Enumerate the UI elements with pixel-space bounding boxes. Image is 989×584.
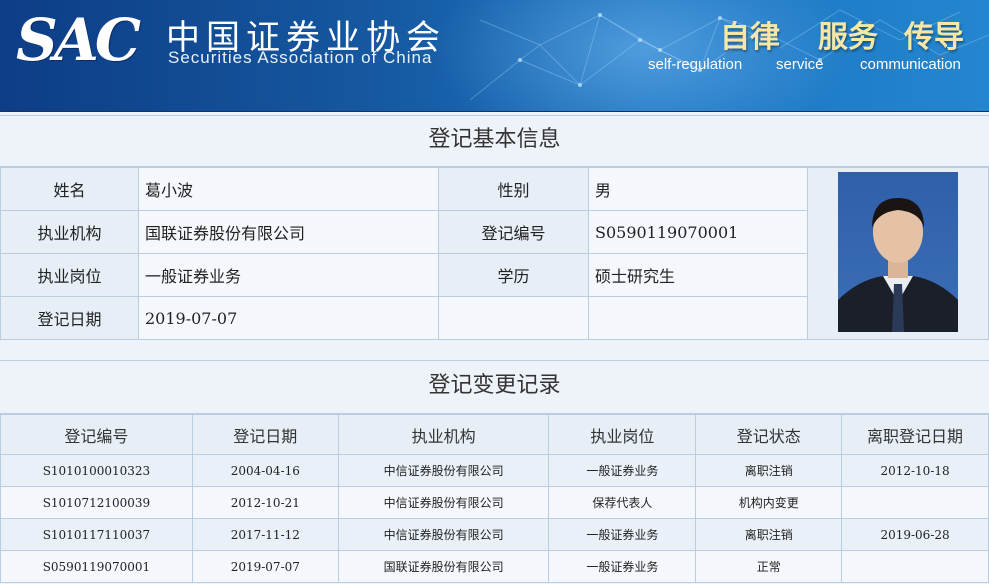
cell-registration-number: S0590119070001 [0,550,193,583]
education-value: 硕士研究生 [588,253,808,297]
cell-leave-date: 2019-06-28 [841,518,989,551]
cell-registration-number: S1010100010323 [0,454,193,487]
slogan-service-en: service [776,56,824,73]
person-photo [838,171,958,332]
cell-status: 正常 [695,550,843,583]
cell-registration-date: 2017-11-12 [191,518,339,551]
sac-logo[interactable]: SAC [16,6,141,74]
site-banner: SAC 中国证券业协会 Securities Association of Ch… [0,0,989,112]
table-row: S0590119070001 2019-07-07 国联证券股份有限公司 一般证… [0,550,989,583]
slogan-self-regulation-en: self-regulation [648,56,743,73]
photo-cell [807,167,989,340]
cell-status: 离职注销 [695,518,843,551]
col-position: 执业岗位 [548,414,697,455]
cell-registration-number: S1010712100039 [0,486,193,519]
slogan-service-cn: 服务 [818,20,878,55]
col-status: 登记状态 [695,414,843,455]
education-label: 学历 [438,253,589,297]
cell-position: 一般证券业务 [548,454,697,487]
cell-position: 一般证券业务 [548,518,697,551]
change-records-table: 登记编号 登记日期 执业机构 执业岗位 登记状态 离职登记日期 S1010100… [0,414,989,583]
table-row: S1010117110037 2017-11-12 中信证券股份有限公司 一般证… [0,518,989,551]
empty-label-cell [438,296,589,340]
gender-label: 性别 [438,167,589,211]
col-registration-date: 登记日期 [191,414,339,455]
association-name-en: Securities Association of China [168,48,433,67]
slogan-communication-cn: 传导 [904,20,964,55]
cell-institution: 中信证券股份有限公司 [337,518,550,551]
table-row: S1010100010323 2004-04-16 中信证券股份有限公司 一般证… [0,454,989,487]
table-header-row: 登记编号 登记日期 执业机构 执业岗位 登记状态 离职登记日期 [0,414,989,455]
registration-date-label: 登记日期 [0,296,139,340]
cell-status: 机构内变更 [695,486,843,519]
cell-position: 保荐代表人 [548,486,697,519]
cell-registration-date: 2004-04-16 [191,454,339,487]
col-registration-number: 登记编号 [0,414,193,455]
empty-value-cell [588,296,808,340]
gender-value: 男 [588,167,808,211]
position-label: 执业岗位 [0,253,139,297]
institution-value: 国联证券股份有限公司 [138,210,439,254]
person-portrait-icon [838,197,958,332]
position-value: 一般证券业务 [138,253,439,297]
cell-institution: 中信证券股份有限公司 [337,454,550,487]
cell-leave-date [841,486,989,519]
cell-institution: 中信证券股份有限公司 [337,486,550,519]
institution-label: 执业机构 [0,210,139,254]
name-value: 葛小波 [138,167,439,211]
col-leave-date: 离职登记日期 [841,414,989,455]
change-records-title: 登记变更记录 [0,360,989,414]
cell-status: 离职注销 [695,454,843,487]
cell-institution: 国联证券股份有限公司 [337,550,550,583]
cell-leave-date: 2012-10-18 [841,454,989,487]
registration-number-value: S0590119070001 [588,210,808,254]
table-row: S1010712100039 2012-10-21 中信证券股份有限公司 保荐代… [0,486,989,519]
basic-info-table: 姓名 葛小波 性别 男 执业机构 国联证券股份有限公司 登记编号 S059011… [0,167,989,340]
cell-registration-number: S1010117110037 [0,518,193,551]
slogan-communication-en: communication [860,56,961,73]
cell-registration-date: 2019-07-07 [191,550,339,583]
cell-registration-date: 2012-10-21 [191,486,339,519]
registration-date-value: 2019-07-07 [138,296,439,340]
slogan-self-regulation-cn: 自律 [720,20,780,55]
basic-info-title: 登记基本信息 [0,115,989,167]
registration-number-label: 登记编号 [438,210,589,254]
info-row: 姓名 葛小波 性别 男 [0,167,989,340]
col-institution: 执业机构 [337,414,550,455]
cell-leave-date [841,550,989,583]
cell-position: 一般证券业务 [548,550,697,583]
name-label: 姓名 [0,167,139,211]
